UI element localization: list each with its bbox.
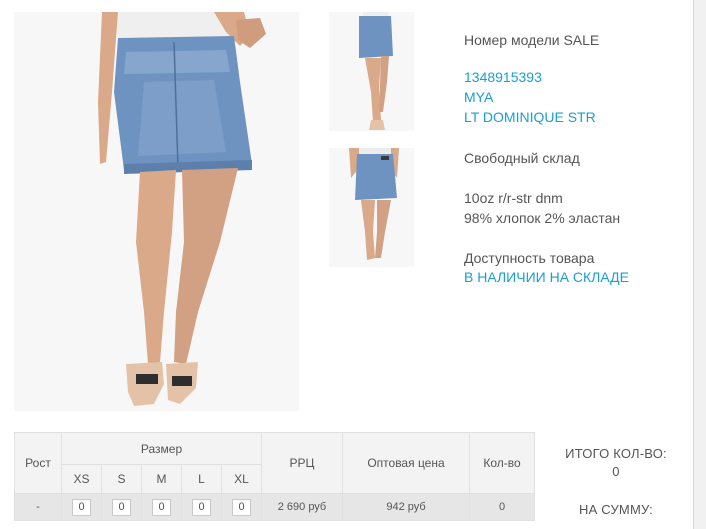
total-sum-label: НА СУММУ: (579, 502, 653, 517)
product-brand-link[interactable]: MYA (464, 87, 493, 107)
size-header: Размер (61, 432, 262, 465)
composition-text: 98% хлопок 2% эластан (464, 210, 621, 226)
qty-input-xs[interactable]: 0 (72, 498, 91, 516)
product-thumbnail-side[interactable] (329, 12, 414, 131)
qty-header: Кол-во (469, 432, 535, 494)
wholesale-header: Оптовая цена (342, 432, 470, 494)
size-m-header: M (141, 464, 182, 494)
page-scrollbar[interactable] (693, 0, 706, 529)
rrp-value: 2 690 руб (261, 493, 343, 521)
fabric-text: 10oz r/r-str dnm (464, 190, 563, 206)
product-color: LT DOMINIQUE STR (464, 109, 596, 125)
product-main-photo[interactable] (14, 12, 299, 411)
rrp-header: РРЦ (261, 432, 343, 494)
availability-status: В НАЛИЧИИ НА СКЛАДЕ (464, 269, 629, 285)
size-s-header: S (101, 464, 142, 494)
product-thumbnail-back[interactable] (329, 148, 414, 267)
qty-total-value: 0 (469, 493, 535, 521)
size-xl-header: XL (221, 464, 262, 494)
wholesale-value: 942 руб (342, 493, 470, 521)
qty-input-m[interactable]: 0 (152, 498, 171, 516)
height-header: Рост (14, 432, 62, 494)
warehouse-label: Свободный склад (464, 150, 580, 166)
table-row: - 0 0 0 0 0 2 690 руб 942 руб 0 (14, 493, 535, 521)
product-sku: 1348915393 (464, 69, 542, 85)
model-back-view-image (329, 148, 414, 267)
model-label: Номер модели SALE (464, 32, 600, 48)
qty-input-s[interactable]: 0 (112, 498, 131, 516)
model-in-denim-skirt-image (14, 12, 299, 411)
size-xs-header: XS (61, 464, 102, 494)
qty-input-l[interactable]: 0 (192, 498, 211, 516)
availability-label: Доступность товара (464, 250, 595, 266)
qty-input-xl[interactable]: 0 (232, 498, 251, 516)
order-table: Рост Размер РРЦ Оптовая цена Кол-во XS S… (14, 432, 535, 521)
model-side-view-image (329, 12, 414, 131)
size-l-header: L (181, 464, 222, 494)
height-value: - (14, 493, 62, 521)
total-count-label: ИТОГО КОЛ-ВО: (565, 446, 667, 461)
total-count-value: 0 (612, 464, 620, 479)
